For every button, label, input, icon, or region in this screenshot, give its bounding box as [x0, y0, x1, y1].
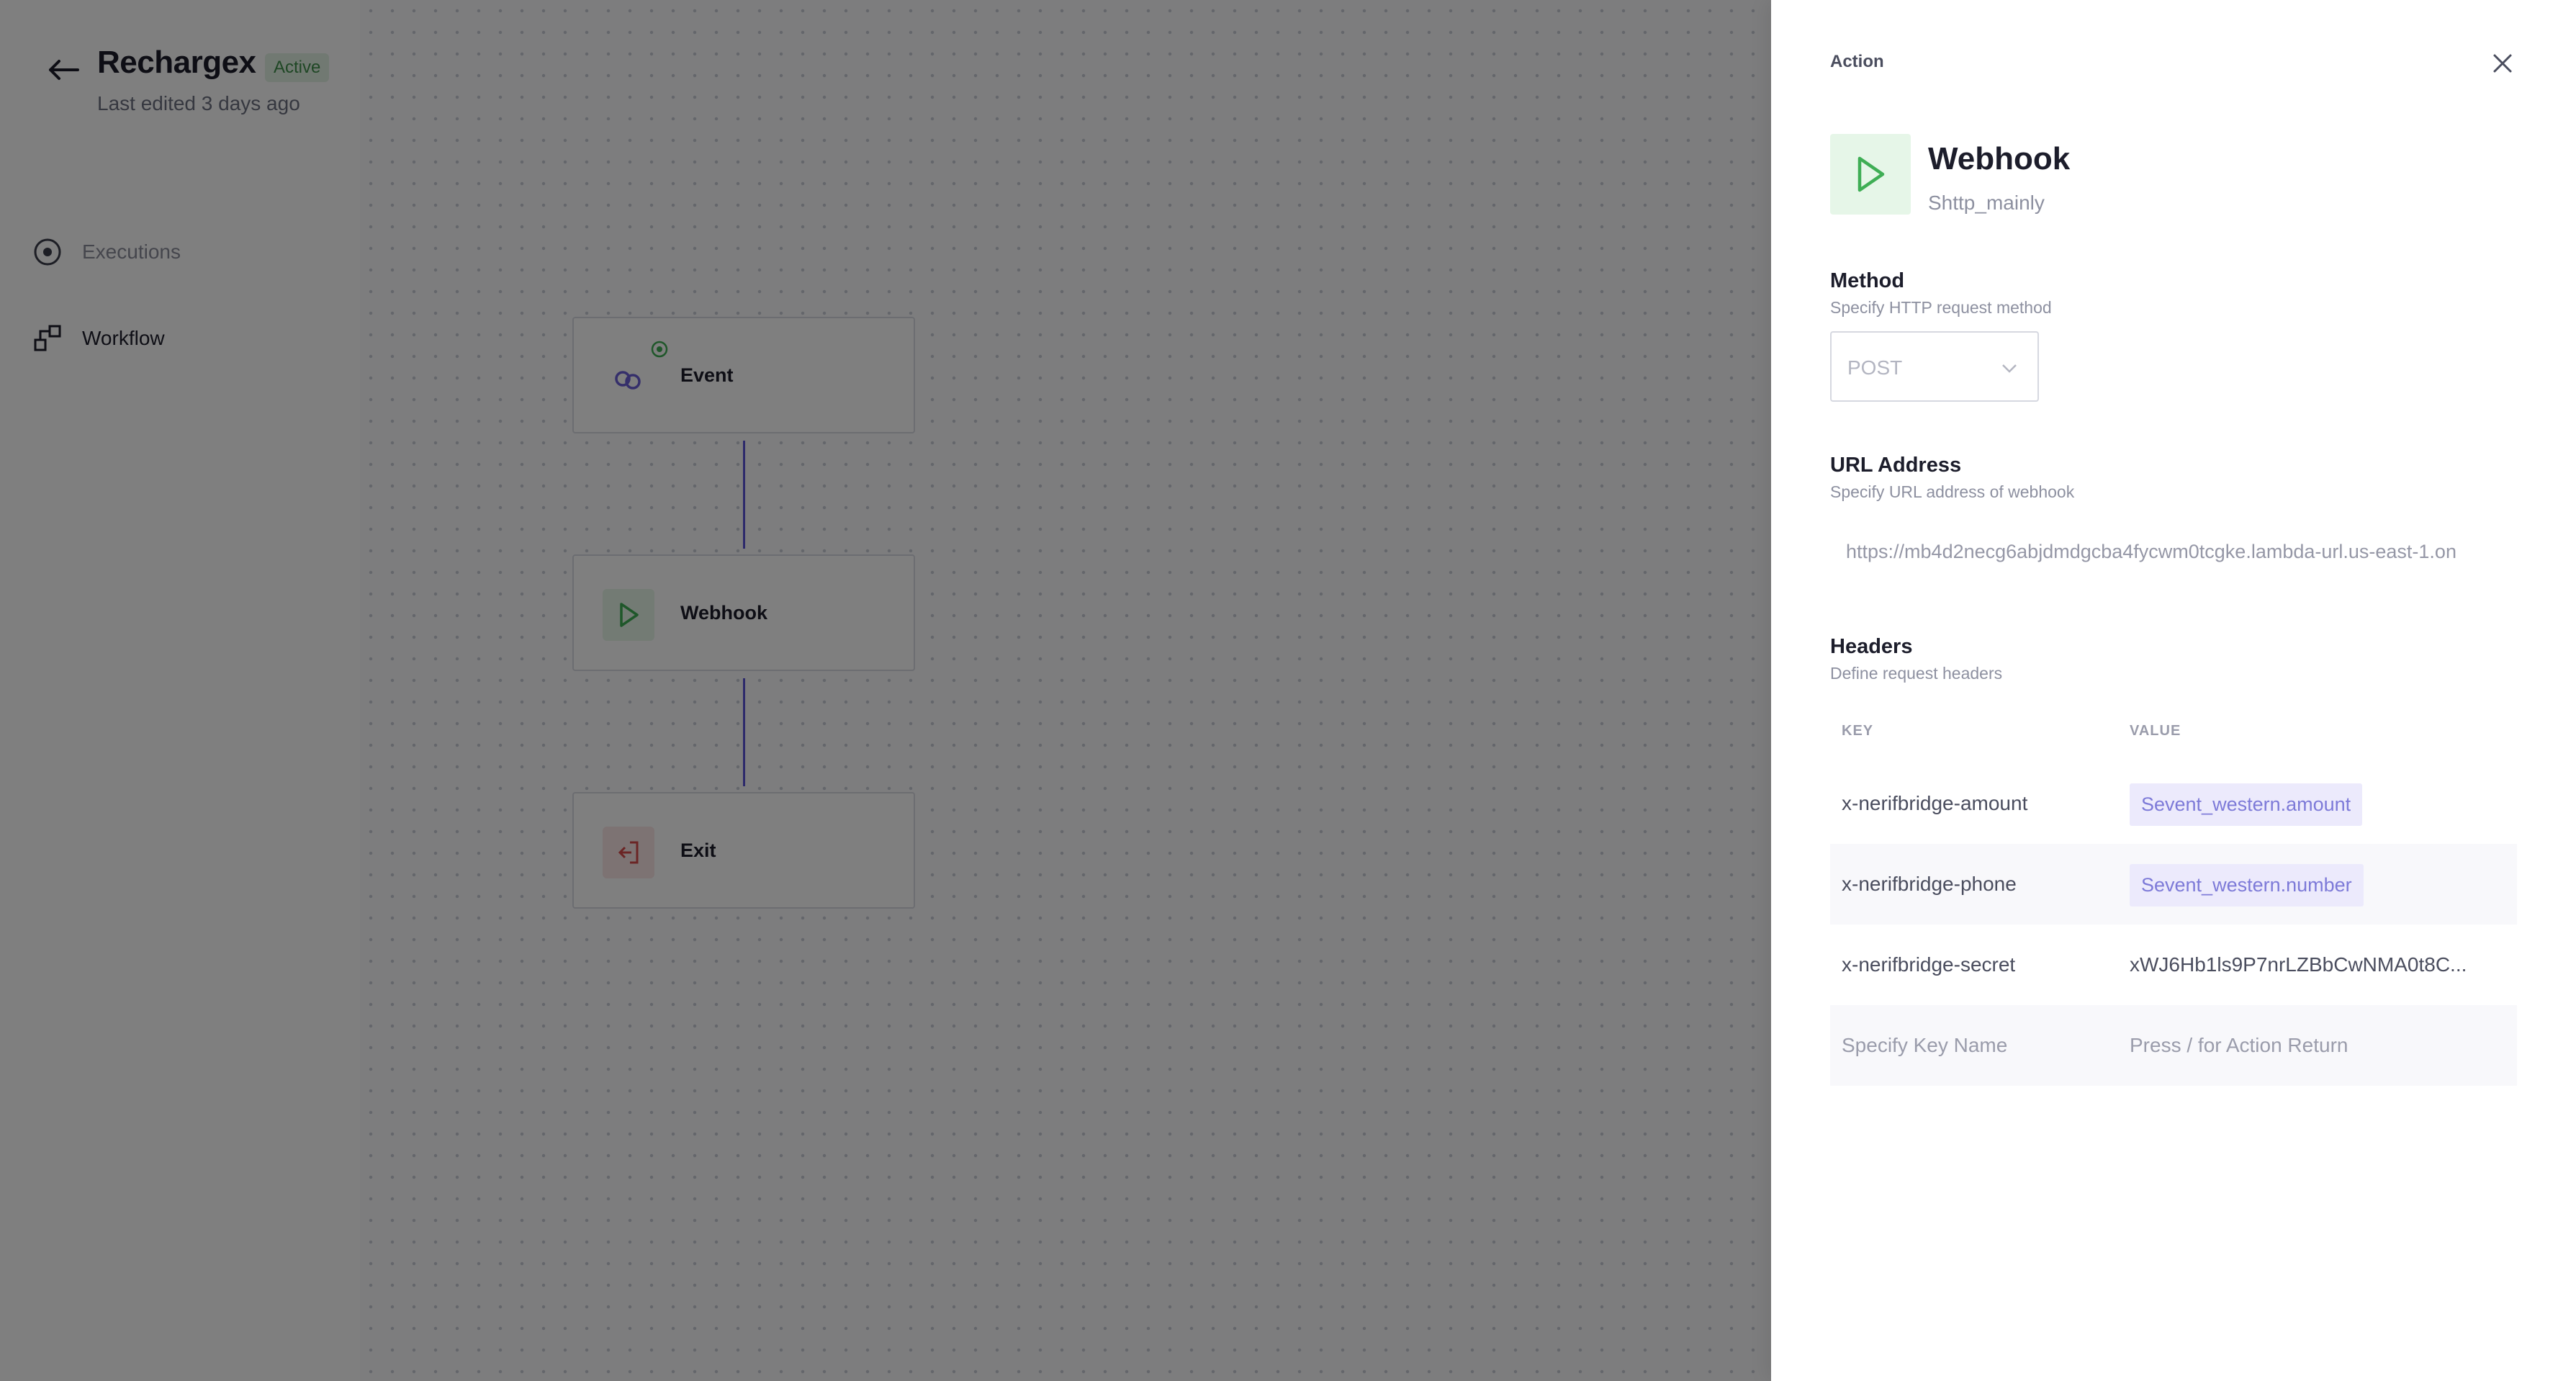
method-select-value: POST — [1847, 356, 1903, 379]
header-row[interactable]: x-nerifbridge-amount Sevent_western.amou… — [1830, 763, 2517, 844]
header-key[interactable]: x-nerifbridge-secret — [1842, 953, 2015, 976]
header-key[interactable]: x-nerifbridge-phone — [1842, 873, 2017, 896]
drawer-label: Action — [1830, 52, 1884, 71]
header-value-variable[interactable]: Sevent_western.number — [2130, 864, 2364, 907]
header-key[interactable]: x-nerifbridge-amount — [1842, 792, 2027, 815]
method-description: Specify HTTP request method — [1830, 298, 2052, 317]
header-value[interactable]: xWJ6Hb1ls9P7nrLZBbCwNMA0t8C... — [2130, 953, 2467, 976]
header-row[interactable]: x-nerifbridge-phone Sevent_western.numbe… — [1830, 844, 2517, 925]
url-input[interactable] — [1830, 528, 2521, 575]
header-row[interactable]: x-nerifbridge-secret xWJ6Hb1ls9P7nrLZBbC… — [1830, 925, 2517, 1005]
method-title: Method — [1830, 269, 1905, 292]
chevron-down-icon — [2002, 364, 2017, 373]
new-header-key-input[interactable] — [1842, 1025, 2115, 1066]
new-header-value-input[interactable] — [2130, 1025, 2504, 1066]
headers-description: Define request headers — [1830, 664, 2003, 683]
action-title: Webhook — [1928, 141, 2071, 176]
url-title: URL Address — [1830, 454, 1962, 477]
close-icon[interactable] — [2488, 49, 2517, 78]
column-header-value: VALUE — [2130, 723, 2181, 739]
play-icon — [1830, 134, 1911, 215]
column-header-key: KEY — [1842, 723, 1874, 739]
headers-title: Headers — [1830, 635, 1913, 658]
modal-backdrop[interactable] — [0, 0, 1771, 1381]
header-value-variable[interactable]: Sevent_western.amount — [2130, 783, 2363, 826]
method-select[interactable]: POST — [1830, 331, 2039, 402]
action-drawer: Action Webhook Shttp_mainly Method Speci… — [1771, 0, 2576, 1381]
new-header-row — [1830, 1005, 2517, 1086]
action-subtitle: Shttp_mainly — [1928, 192, 2045, 214]
url-description: Specify URL address of webhook — [1830, 482, 2075, 501]
